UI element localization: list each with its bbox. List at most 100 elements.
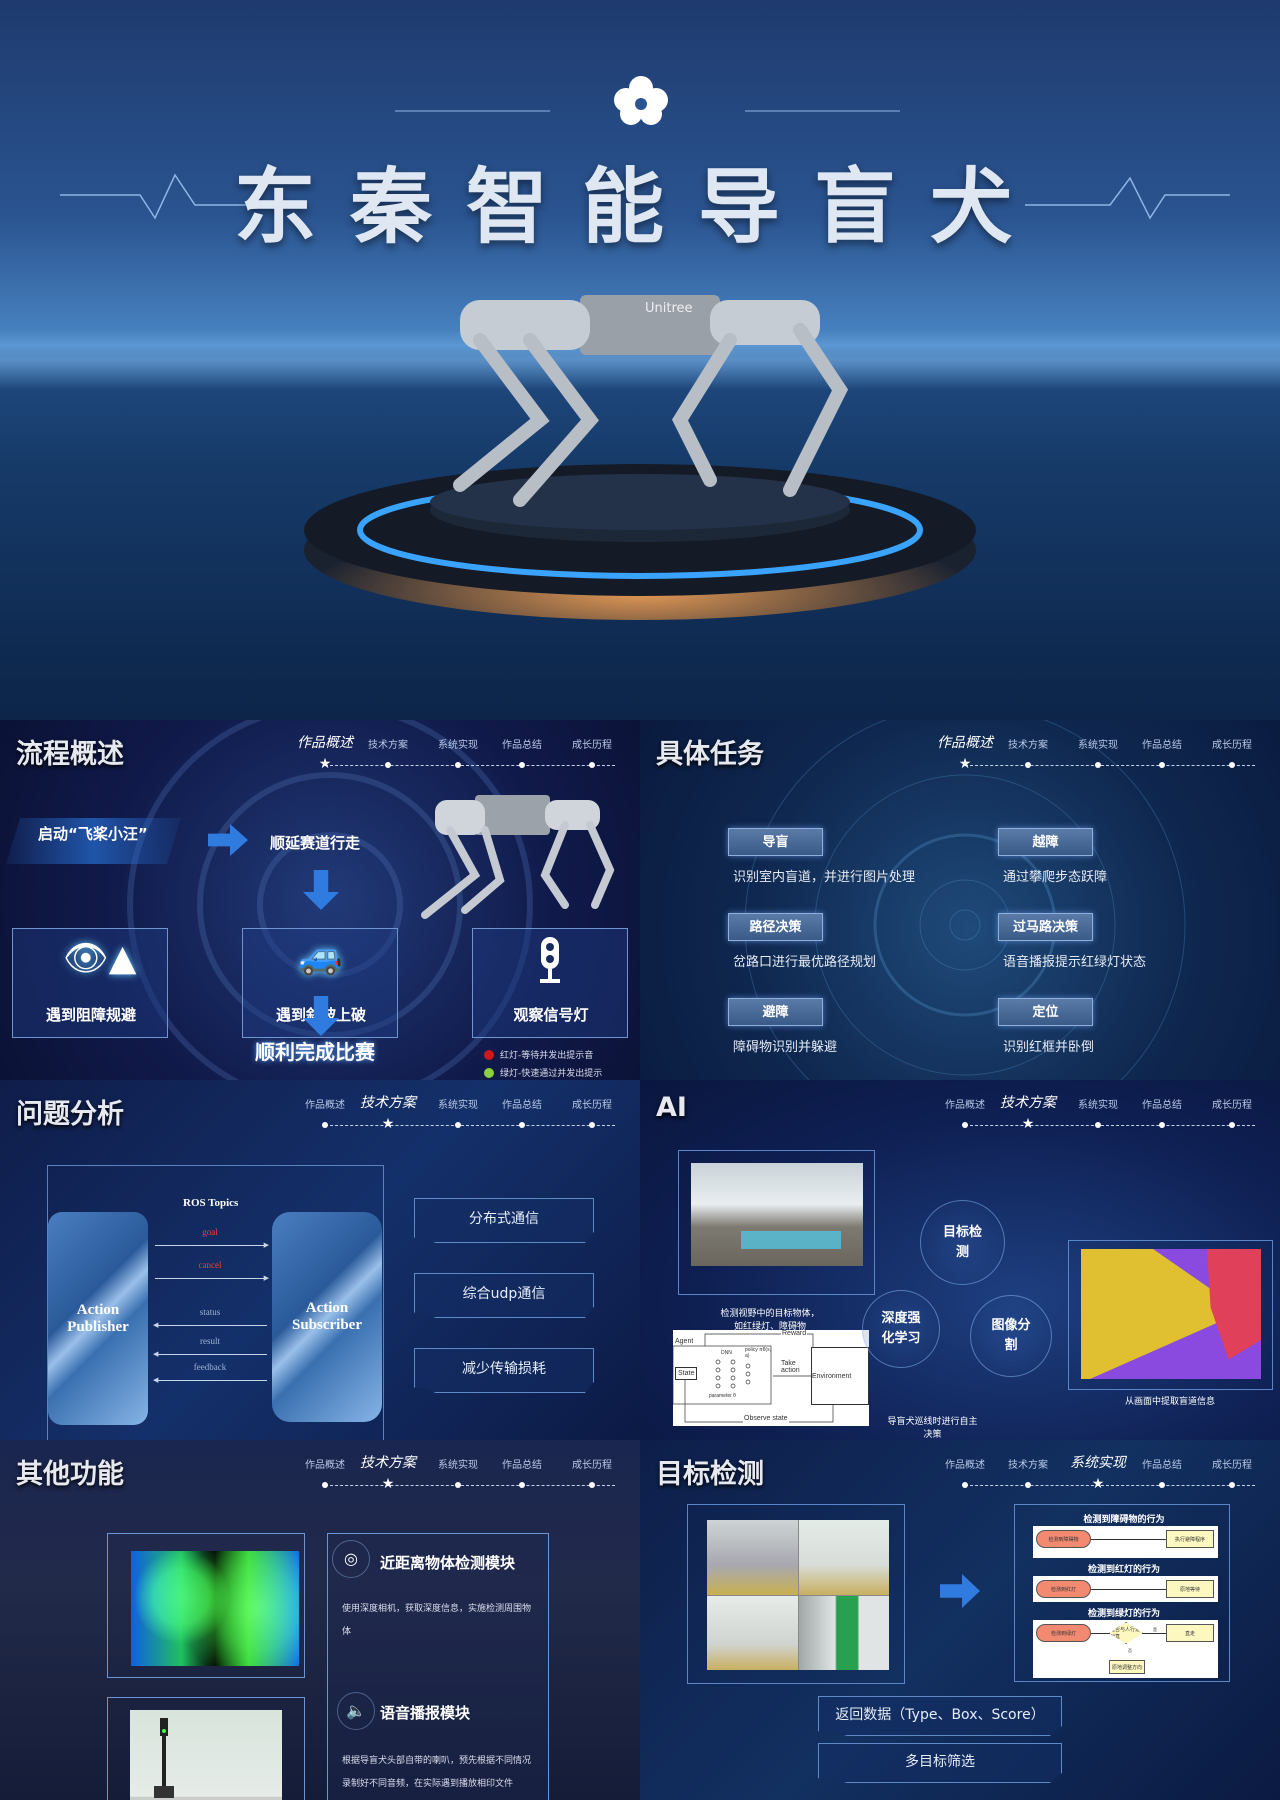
rl-state: State (675, 1367, 698, 1380)
arrowhead-icon: ◀ (153, 1321, 159, 1329)
start-node: 检测到障碍物 (1036, 1530, 1091, 1548)
task-tag: 导盲 (728, 828, 823, 856)
nav-dashed-line (325, 1485, 615, 1486)
hero-slide: 东秦智能导盲犬 Unitree (0, 0, 1280, 720)
task-desc: 岔路口进行最优路径规划 (733, 955, 877, 970)
indoor-detection-photo (691, 1163, 863, 1266)
legend-red: 红灯-等待并发出提示音 (500, 1051, 594, 1061)
nav-item-1[interactable]: 技术方案 (360, 1452, 416, 1472)
nav-dot (322, 1482, 328, 1488)
nav-dot (519, 1122, 525, 1128)
nav-item-0[interactable]: 作品概述 (305, 1456, 345, 1471)
nav-item-3[interactable]: 作品总结 (1142, 736, 1182, 751)
task-desc: 识别室内盲道，并进行图片处理 (733, 870, 916, 885)
task-desc: 通过攀爬步态跃障 (1003, 870, 1108, 885)
nav-item-0[interactable]: 作品概述 (945, 1096, 985, 1111)
segmentation-image (1081, 1249, 1261, 1379)
nav-dot (519, 1482, 525, 1488)
nav-item-2[interactable]: 系统实现 (1078, 736, 1118, 751)
key-point: 综合udp通信 (414, 1273, 594, 1318)
nav-item-4[interactable]: 成长历程 (1212, 736, 1252, 751)
flow-title: 检测到绿灯的行为 (1087, 1609, 1160, 1619)
legend-green: 绿灯-快速通过并发出提示 (500, 1069, 603, 1079)
depth-image-frame (107, 1533, 305, 1678)
detection-photo-frame (678, 1150, 875, 1295)
nav-item-2[interactable]: 系统实现 (1078, 1096, 1118, 1111)
nav-item-4[interactable]: 成长历程 (572, 1456, 612, 1471)
nav-item-0[interactable]: 作品概述 (297, 732, 353, 752)
nav-item-1[interactable]: 技术方案 (360, 1092, 416, 1112)
module-name: 近距离物体检测模块 (380, 1554, 516, 1572)
decision-yes: 是 (1153, 1627, 1157, 1632)
nav-item-2[interactable]: 系统实现 (438, 1096, 478, 1111)
nav-item-2[interactable]: 系统实现 (438, 736, 478, 751)
end-node: 执行避障程序 (1166, 1530, 1214, 1548)
nav-item-1[interactable]: 技术方案 (1000, 1092, 1056, 1112)
end-node: 原地等待 (1166, 1580, 1214, 1598)
task-tag: 定位 (998, 998, 1093, 1026)
nav-dot (1159, 1482, 1165, 1488)
nav-dot (1025, 1482, 1031, 1488)
nav-item-4[interactable]: 成长历程 (572, 736, 612, 751)
nav-item-0[interactable]: 作品概述 (945, 1456, 985, 1471)
nav-dot (1229, 1122, 1235, 1128)
nav-item-4[interactable]: 成长历程 (1212, 1096, 1252, 1111)
nav-dot (1159, 1122, 1165, 1128)
rl-parameter: parameter θ (709, 1393, 736, 1399)
circle-label: 目标检测 (942, 1224, 982, 1260)
nav-dot (1229, 762, 1235, 768)
detection-photo-grid (707, 1520, 889, 1670)
robot-brand: Unitree (645, 301, 693, 316)
start-node: 检测到红灯 (1036, 1580, 1091, 1598)
nav-item-3[interactable]: 作品总结 (502, 1456, 542, 1471)
flow-connector (1091, 1539, 1166, 1540)
camera-icon: ◎ (332, 1540, 370, 1578)
task-desc: 障碍物识别并躲避 (733, 1040, 838, 1055)
section-nav: 作品概述 技术方案 ★ 系统实现 作品总结 成长历程 (290, 1090, 630, 1140)
nav-item-4[interactable]: 成长历程 (1212, 1456, 1252, 1471)
nav-item-3[interactable]: 作品总结 (502, 736, 542, 751)
nav-dot (519, 762, 525, 768)
problem-slide: 问题分析 作品概述 技术方案 ★ 系统实现 作品总结 成长历程 ROS Topics Ac… (0, 1080, 640, 1440)
slide-title: 其他功能 (16, 1459, 124, 1490)
nav-item-2[interactable]: 系统实现 (438, 1456, 478, 1471)
section-nav: 作品概述 技术方案 系统实现 ★ 作品总结 成长历程 (930, 1450, 1270, 1500)
rl-environment: Environment (811, 1347, 869, 1405)
arrow-left-line: ◀ (153, 1376, 267, 1384)
tasks-slide: 具体任务 作品概述 ★ 技术方案 系统实现 作品总结 成长历程 导盲 识别室内盲道，并进行图… (640, 720, 1280, 1080)
multi-target-filter-pill: 多目标筛选 (818, 1743, 1062, 1783)
decision-node: 是否与人行道对直 (1109, 1622, 1143, 1644)
behavior-flowchart: 检测到绿灯 直走 是否与人行道对直 是否原地调整方向 (1033, 1620, 1218, 1678)
nav-dot (1229, 1482, 1235, 1488)
box-label: 观察信号灯 (513, 1006, 589, 1024)
nav-dashed-line (965, 765, 1255, 766)
circle-label: 深度强化学习 (881, 1311, 921, 1346)
nav-item-0[interactable]: 作品概述 (937, 732, 993, 752)
nav-item-3[interactable]: 作品总结 (1142, 1456, 1182, 1471)
nav-item-2[interactable]: 系统实现 (1070, 1452, 1126, 1472)
nav-dot (962, 1122, 968, 1128)
arrow-left-line: ◀ (153, 1350, 267, 1358)
nav-item-1[interactable]: 技术方案 (1008, 1456, 1048, 1471)
nav-item-1[interactable]: 技术方案 (368, 736, 408, 751)
nav-dot (589, 1122, 595, 1128)
task-tag: 过马路决策 (998, 913, 1093, 941)
nav-item-0[interactable]: 作品概述 (305, 1096, 345, 1111)
adjust-node: 原地调整方向 (1109, 1660, 1145, 1674)
nav-item-3[interactable]: 作品总结 (1142, 1096, 1182, 1111)
robot-dog-image (415, 785, 625, 930)
flow-title: 检测到红灯的行为 (1087, 1565, 1160, 1575)
depth-pointcloud-image (131, 1551, 299, 1666)
slide-title: 流程概述 (16, 739, 124, 770)
nav-item-1[interactable]: 技术方案 (1008, 736, 1048, 751)
nav-active-star-icon: ★ (1021, 1116, 1035, 1132)
section-nav: 作品概述 技术方案 ★ 系统实现 作品总结 成长历程 (930, 1090, 1270, 1140)
nav-item-4[interactable]: 成长历程 (572, 1096, 612, 1111)
nav-item-3[interactable]: 作品总结 (502, 1096, 542, 1111)
nav-dashed-line (965, 1125, 1255, 1126)
topic-label-cancel: cancel (198, 1260, 222, 1270)
flow-title: 检测到障碍物的行为 (1083, 1515, 1165, 1525)
nav-dot (322, 1122, 328, 1128)
task-desc: 识别红框并卧倒 (1003, 1040, 1095, 1055)
finish-label: 顺利完成比赛 (255, 1040, 375, 1064)
